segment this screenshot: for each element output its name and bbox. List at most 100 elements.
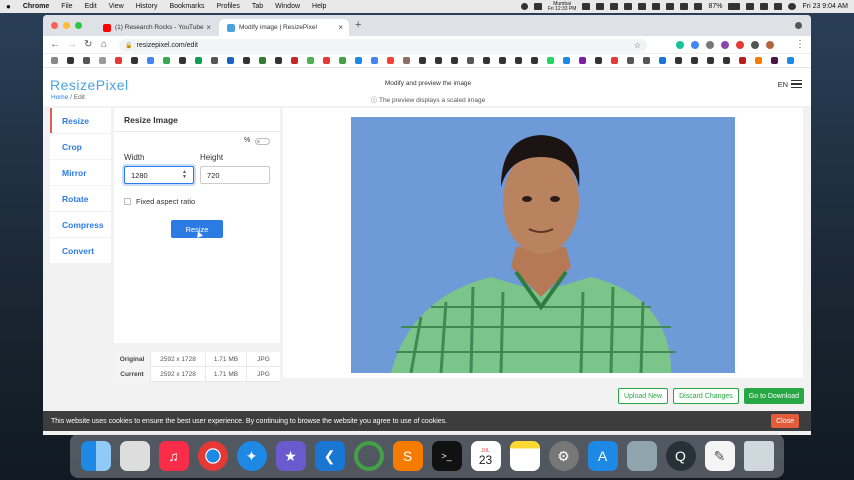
- calendar-icon[interactable]: JUL 23: [470, 441, 501, 471]
- bookmark-38-icon[interactable]: [659, 57, 666, 64]
- extension-translate-icon[interactable]: [691, 41, 699, 49]
- menu-help[interactable]: Help: [312, 3, 326, 10]
- bookmark-28-icon[interactable]: [499, 57, 506, 64]
- tab-search-icon[interactable]: [795, 22, 802, 29]
- apple-icon[interactable]: ●: [6, 2, 11, 11]
- imovie-icon[interactable]: ★: [275, 441, 306, 471]
- sublime-icon[interactable]: S: [392, 441, 423, 471]
- control-icon[interactable]: [652, 3, 661, 10]
- menu-tab[interactable]: Tab: [252, 3, 263, 10]
- extension-pen-icon[interactable]: [706, 41, 714, 49]
- headphones-icon[interactable]: [624, 3, 633, 10]
- bookmark-8-icon[interactable]: [179, 57, 186, 64]
- height-input[interactable]: 720: [200, 166, 270, 184]
- url-field[interactable]: 🔒 resizepixel.com/edit ☆: [119, 39, 647, 52]
- vscode-icon[interactable]: ❮: [314, 441, 345, 471]
- fixed-aspect-checkbox[interactable]: [124, 198, 131, 205]
- bookmark-star-icon[interactable]: ☆: [634, 41, 641, 50]
- volume-icon[interactable]: [694, 3, 703, 10]
- profile-avatar[interactable]: [766, 41, 774, 49]
- spotlight-icon[interactable]: [760, 3, 769, 10]
- loader-icon[interactable]: [353, 441, 384, 471]
- menu-file[interactable]: File: [61, 3, 72, 10]
- extension-red-icon[interactable]: [736, 41, 744, 49]
- bookmark-44-icon[interactable]: [755, 57, 762, 64]
- trash-icon[interactable]: [743, 441, 774, 471]
- record-icon[interactable]: [520, 3, 528, 10]
- bookmark-45-icon[interactable]: [771, 57, 778, 64]
- bluetooth-icon[interactable]: [680, 3, 689, 10]
- bookmark-27-icon[interactable]: [483, 57, 490, 64]
- battery-icon[interactable]: [728, 3, 741, 10]
- launchpad-icon[interactable]: [119, 441, 150, 471]
- bookmark-37-icon[interactable]: [643, 57, 650, 64]
- sidebar-item-crop[interactable]: Crop: [50, 134, 111, 159]
- camera-icon[interactable]: [533, 3, 542, 10]
- new-tab-button[interactable]: +: [355, 19, 361, 31]
- go-to-download-button[interactable]: Go to Download: [743, 388, 804, 404]
- hamburger-menu-icon[interactable]: [791, 80, 802, 88]
- sidebar-item-convert[interactable]: Convert: [50, 238, 111, 263]
- bookmark-35-icon[interactable]: [611, 57, 618, 64]
- cookie-close-button[interactable]: Close: [771, 414, 799, 428]
- notes-icon[interactable]: [509, 441, 540, 471]
- bookmark-14-icon[interactable]: [275, 57, 282, 64]
- resizepixel-logo[interactable]: ResizePixel: [50, 77, 129, 93]
- width-input[interactable]: 1280 ▲ ▼: [124, 166, 194, 184]
- preview-app-icon[interactable]: [626, 441, 657, 471]
- forward-icon[interactable]: →: [67, 39, 77, 50]
- width-stepper-icon[interactable]: ▲ ▼: [182, 170, 187, 180]
- monitor-icon[interactable]: [582, 3, 591, 10]
- bookmark-20-icon[interactable]: [371, 57, 378, 64]
- close-tab-icon[interactable]: ×: [338, 23, 343, 32]
- bookmark-1-icon[interactable]: [67, 57, 74, 64]
- bookmark-7-icon[interactable]: [163, 57, 170, 64]
- upload-new-button[interactable]: Upload New: [617, 388, 669, 404]
- breadcrumb-home-link[interactable]: Home: [51, 94, 68, 101]
- tab-youtube[interactable]: (1) Research Rocks - YouTube ×: [95, 19, 217, 36]
- textedit-icon[interactable]: ✎: [704, 441, 735, 471]
- terminal-icon[interactable]: >_: [431, 441, 462, 471]
- bookmark-18-icon[interactable]: [339, 57, 346, 64]
- bookmark-30-icon[interactable]: [531, 57, 538, 64]
- bookmark-5-icon[interactable]: [131, 57, 138, 64]
- bookmark-22-icon[interactable]: [403, 57, 410, 64]
- world-clock[interactable]: Mumbai Fri 12:33 PM: [548, 1, 577, 12]
- bookmark-3-icon[interactable]: [99, 57, 106, 64]
- bookmark-15-icon[interactable]: [291, 57, 298, 64]
- bookmark-31-icon[interactable]: [547, 57, 554, 64]
- fixed-aspect-label[interactable]: Fixed aspect ratio: [136, 197, 195, 206]
- bookmark-21-icon[interactable]: [387, 57, 394, 64]
- menu-view[interactable]: View: [109, 3, 124, 10]
- sidebar-item-rotate[interactable]: Rotate: [50, 186, 111, 211]
- bookmark-19-icon[interactable]: [355, 57, 362, 64]
- system-preferences-icon[interactable]: ⚙: [548, 441, 579, 471]
- quicktime-icon[interactable]: Q: [665, 441, 696, 471]
- close-tab-icon[interactable]: ×: [206, 23, 211, 32]
- bookmark-17-icon[interactable]: [323, 57, 330, 64]
- discard-changes-button[interactable]: Discard Changes: [673, 388, 739, 404]
- close-window-button[interactable]: [51, 22, 58, 29]
- wifi-status-icon[interactable]: [610, 3, 619, 10]
- dropbox-icon[interactable]: [666, 3, 675, 10]
- back-icon[interactable]: ←: [50, 39, 60, 50]
- menu-edit[interactable]: Edit: [85, 3, 97, 10]
- extension-purple-icon[interactable]: [721, 41, 729, 49]
- bookmark-32-icon[interactable]: [563, 57, 570, 64]
- wifi-icon[interactable]: [746, 3, 755, 10]
- menu-bookmarks[interactable]: Bookmarks: [169, 3, 204, 10]
- bookmark-33-icon[interactable]: [579, 57, 586, 64]
- bookmark-25-icon[interactable]: [451, 57, 458, 64]
- minimize-window-button[interactable]: [63, 22, 70, 29]
- sidebar-item-compress[interactable]: Compress: [50, 212, 111, 237]
- maximize-window-button[interactable]: [75, 22, 82, 29]
- siri-icon[interactable]: [788, 3, 797, 10]
- bookmark-42-icon[interactable]: [723, 57, 730, 64]
- sidebar-item-resize[interactable]: Resize: [50, 108, 111, 133]
- bookmark-23-icon[interactable]: [419, 57, 426, 64]
- menu-history[interactable]: History: [136, 3, 158, 10]
- menu-window[interactable]: Window: [275, 3, 300, 10]
- home-icon[interactable]: ⌂: [101, 39, 107, 50]
- extension-grammarly-icon[interactable]: [676, 41, 684, 49]
- menu-profiles[interactable]: Profiles: [216, 3, 239, 10]
